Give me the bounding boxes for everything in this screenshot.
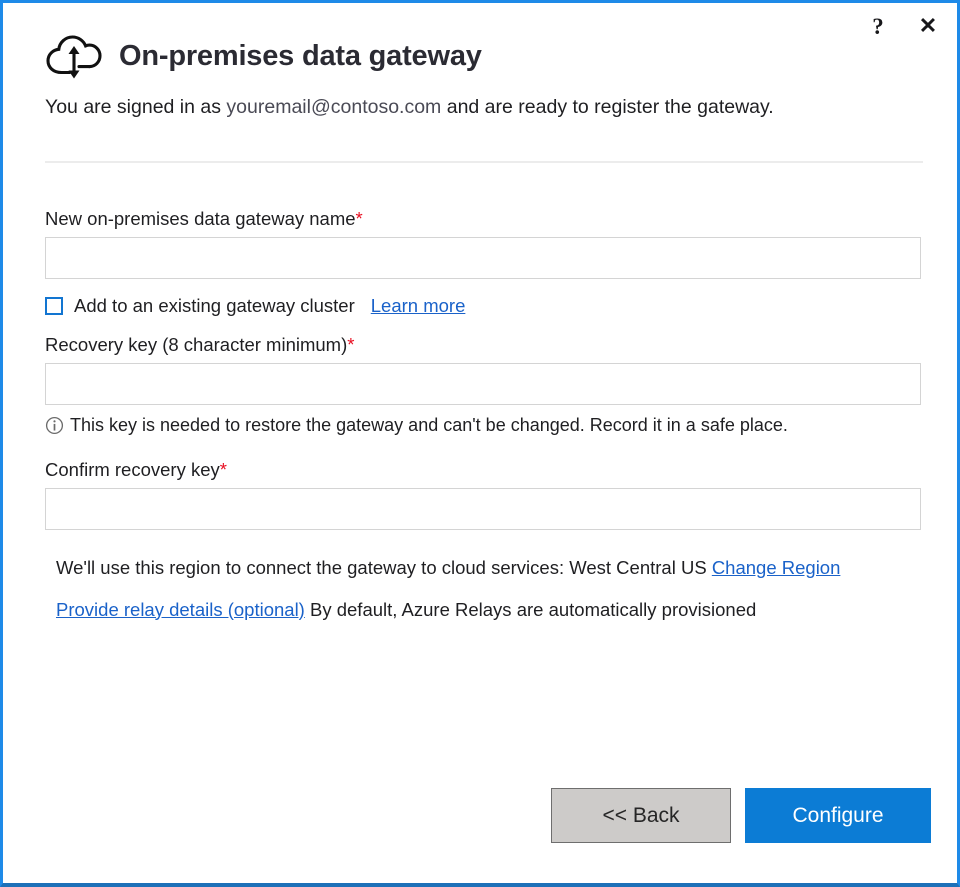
- add-to-cluster-label: Add to an existing gateway cluster: [74, 295, 355, 317]
- region-line: We'll use this region to connect the gat…: [56, 557, 923, 579]
- configure-button[interactable]: Configure: [745, 788, 931, 843]
- confirm-recovery-key-label-text: Confirm recovery key: [45, 459, 220, 480]
- gateway-name-label-text: New on-premises data gateway name: [45, 208, 356, 229]
- required-marker: *: [356, 208, 363, 229]
- relay-line: Provide relay details (optional) By defa…: [56, 599, 923, 621]
- registration-form: New on-premises data gateway name* Add t…: [45, 208, 923, 621]
- signed-in-suffix: and are ready to register the gateway.: [441, 96, 773, 118]
- add-to-cluster-checkbox[interactable]: [45, 297, 63, 315]
- dialog-footer: << Back Configure: [3, 788, 957, 843]
- signed-in-prefix: You are signed in as: [45, 96, 226, 118]
- recovery-key-helper-text: This key is needed to restore the gatewa…: [70, 414, 788, 437]
- gateway-name-input[interactable]: [45, 237, 921, 279]
- provide-relay-details-link[interactable]: Provide relay details (optional): [56, 599, 305, 620]
- header-row: On-premises data gateway: [45, 33, 923, 79]
- dialog-window: ? ✕ On-premises data gateway You are sig…: [0, 0, 960, 887]
- gateway-name-label: New on-premises data gateway name*: [45, 208, 923, 230]
- recovery-key-label-text: Recovery key (8 character minimum): [45, 334, 347, 355]
- recovery-key-input[interactable]: [45, 363, 921, 405]
- cloud-upload-download-icon: [45, 33, 103, 79]
- header-divider: [45, 161, 923, 163]
- recovery-key-helper: This key is needed to restore the gatewa…: [45, 414, 923, 437]
- relay-text: By default, Azure Relays are automatical…: [310, 599, 756, 620]
- signed-in-status: You are signed in as youremail@contoso.c…: [45, 93, 805, 121]
- signed-in-email: youremail@contoso.com: [226, 96, 441, 118]
- dialog-header: On-premises data gateway You are signed …: [45, 33, 923, 121]
- confirm-recovery-key-input[interactable]: [45, 488, 921, 530]
- required-marker: *: [347, 334, 354, 355]
- back-button[interactable]: << Back: [551, 788, 731, 843]
- recovery-key-label: Recovery key (8 character minimum)*: [45, 334, 923, 356]
- cluster-checkbox-row: Add to an existing gateway cluster Learn…: [45, 295, 923, 317]
- info-circle-icon: [45, 416, 64, 435]
- change-region-link[interactable]: Change Region: [712, 557, 841, 578]
- required-marker: *: [220, 459, 227, 480]
- confirm-recovery-key-label: Confirm recovery key*: [45, 459, 923, 481]
- region-text: We'll use this region to connect the gat…: [56, 557, 707, 578]
- learn-more-link[interactable]: Learn more: [371, 295, 466, 317]
- page-title: On-premises data gateway: [119, 40, 482, 73]
